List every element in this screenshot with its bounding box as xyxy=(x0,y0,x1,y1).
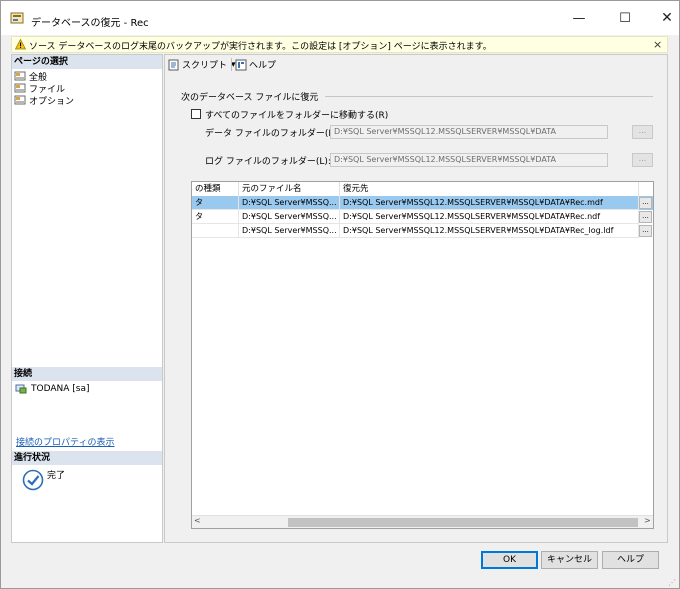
cell-original-file: D:¥SQL Server¥MSSQ... xyxy=(239,196,340,210)
page-item-general[interactable]: 全般 xyxy=(14,70,47,83)
log-folder-label: ログ ファイルのフォルダー(L): xyxy=(205,157,331,167)
cell-type xyxy=(192,224,239,238)
column-header-restore-to[interactable]: 復元先 xyxy=(340,182,639,196)
cell-type: タ xyxy=(192,210,239,224)
window-title: データベースの復元 - Rec xyxy=(31,18,149,29)
scroll-right-icon[interactable]: > xyxy=(644,516,651,525)
ok-button[interactable]: OK xyxy=(481,551,538,569)
warning-icon xyxy=(15,39,26,50)
page-icon xyxy=(14,95,26,105)
row-browse-button[interactable]: ... xyxy=(639,211,652,223)
connection-properties-link[interactable]: 接続のプロパティの表示 xyxy=(16,435,114,448)
left-pane: ページの選択 全般 ファイル オプション 接続 TODANA [sa] 接続のプ… xyxy=(11,54,163,543)
cell-original-file: D:¥SQL Server¥MSSQ... xyxy=(239,224,340,238)
cell-type: タ xyxy=(192,196,239,210)
help-icon xyxy=(235,59,247,70)
page-icon xyxy=(14,71,26,81)
move-all-files-checkbox[interactable] xyxy=(191,109,201,119)
script-icon xyxy=(168,59,179,70)
resize-grip-icon[interactable]: ⋰ xyxy=(668,578,678,588)
progress-status-text: 完了 xyxy=(47,471,66,481)
toolbar-separator xyxy=(231,58,232,71)
help-label: ヘルプ xyxy=(249,61,277,71)
progress-header: 進行状況 xyxy=(12,451,162,465)
cell-restore-to[interactable]: D:¥SQL Server¥MSSQL12.MSSQLSERVER¥MSSQL¥… xyxy=(340,224,639,238)
table-row[interactable]: タ D:¥SQL Server¥MSSQ... D:¥SQL Server¥MS… xyxy=(192,196,653,210)
page-select-header: ページの選択 xyxy=(12,55,162,69)
script-button[interactable]: スクリプト ▾ xyxy=(168,58,236,71)
column-header-type[interactable]: の種類 xyxy=(192,182,239,196)
scroll-left-icon[interactable]: < xyxy=(194,516,201,525)
row-browse-button[interactable]: ... xyxy=(639,197,652,209)
help-button[interactable]: ヘルプ xyxy=(602,551,659,569)
help-toolbar-button[interactable]: ヘルプ xyxy=(235,58,276,71)
log-folder-browse-button[interactable]: ... xyxy=(632,153,653,167)
database-restore-icon xyxy=(10,12,24,24)
column-header-original-file[interactable]: 元のファイル名 xyxy=(239,182,340,196)
scrollbar-thumb[interactable] xyxy=(288,518,638,527)
restore-files-group-title: 次のデータベース ファイルに復元 xyxy=(181,93,319,103)
log-folder-field[interactable]: D:¥SQL Server¥MSSQL12.MSSQLSERVER¥MSSQL¥… xyxy=(330,153,608,167)
move-all-files-label[interactable]: すべてのファイルをフォルダーに移動する(R) xyxy=(205,108,388,121)
toolbar: スクリプト ▾ ヘルプ xyxy=(165,55,667,74)
connection-header: 接続 xyxy=(12,367,162,381)
minimize-button[interactable]: — xyxy=(556,1,602,35)
main-pane: スクリプト ▾ ヘルプ 次のデータベース ファイルに復元 すべてのファイルをフォ… xyxy=(164,54,668,543)
banner-close-icon[interactable]: × xyxy=(653,38,662,51)
connection-label: TODANA [sa] xyxy=(31,383,90,394)
data-folder-browse-button[interactable]: ... xyxy=(632,125,653,139)
horizontal-scrollbar[interactable]: < > xyxy=(192,515,653,528)
data-folder-label: データ ファイルのフォルダー(D): xyxy=(205,129,342,139)
page-item-label: オプション xyxy=(29,96,75,107)
table-row[interactable]: タ D:¥SQL Server¥MSSQ... D:¥SQL Server¥MS… xyxy=(192,210,653,224)
file-grid[interactable]: の種類 元のファイル名 復元先 タ D:¥SQL Server¥MSSQ... … xyxy=(191,181,654,529)
warning-banner: ソース データベースのログ末尾のバックアップが実行されます。この設定は [オプシ… xyxy=(11,36,668,53)
group-divider xyxy=(325,96,653,97)
server-connection-icon xyxy=(15,384,27,394)
table-row[interactable]: D:¥SQL Server¥MSSQ... D:¥SQL Server¥MSSQ… xyxy=(192,224,653,238)
page-item-files[interactable]: ファイル xyxy=(14,82,65,95)
maximize-button[interactable]: ☐ xyxy=(602,1,648,35)
warning-text: ソース データベースのログ末尾のバックアップが実行されます。この設定は [オプシ… xyxy=(29,42,492,52)
cancel-button[interactable]: キャンセル xyxy=(541,551,598,569)
page-item-options[interactable]: オプション xyxy=(14,94,75,107)
title-bar[interactable]: データベースの復元 - Rec — ☐ ✕ xyxy=(1,1,679,35)
row-browse-button[interactable]: ... xyxy=(639,225,652,237)
script-label: スクリプト xyxy=(182,61,228,71)
connection-item: TODANA [sa] xyxy=(15,383,90,394)
checkmark-icon xyxy=(22,469,44,491)
grid-header: の種類 元のファイル名 復元先 xyxy=(192,182,653,196)
page-icon xyxy=(14,83,26,93)
cell-original-file: D:¥SQL Server¥MSSQ... xyxy=(239,210,340,224)
close-button[interactable]: ✕ xyxy=(644,1,680,35)
data-folder-field[interactable]: D:¥SQL Server¥MSSQL12.MSSQLSERVER¥MSSQL¥… xyxy=(330,125,608,139)
restore-database-dialog: データベースの復元 - Rec — ☐ ✕ ソース データベースのログ末尾のバッ… xyxy=(0,0,680,589)
cell-restore-to[interactable]: D:¥SQL Server¥MSSQL12.MSSQLSERVER¥MSSQL¥… xyxy=(340,210,639,224)
cell-restore-to[interactable]: D:¥SQL Server¥MSSQL12.MSSQLSERVER¥MSSQL¥… xyxy=(340,196,639,210)
